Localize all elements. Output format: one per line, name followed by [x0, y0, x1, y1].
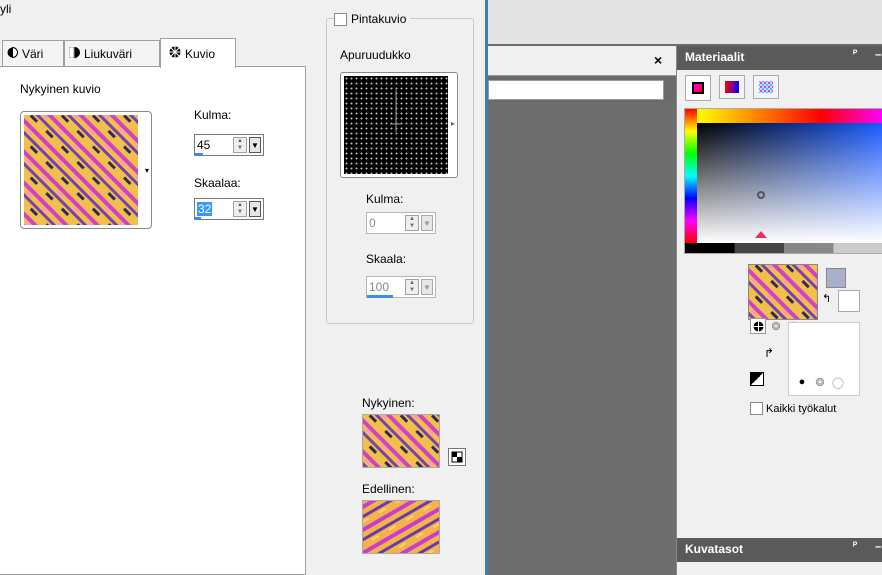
gradient-icon — [68, 46, 80, 61]
angle-stepper[interactable]: 45 ▲ ▼ ▼ — [194, 134, 264, 156]
close-icon[interactable]: × — [654, 52, 662, 68]
minimize-icon[interactable]: – — [875, 47, 882, 61]
tab-pattern-label: Kuvio — [185, 46, 216, 61]
color-dot-icon[interactable]: ● — [794, 374, 810, 390]
toolbar-area — [488, 0, 882, 44]
chevron-down-icon[interactable]: ▼ — [421, 215, 433, 231]
texture-checkbox-label: Pintakuvio — [351, 12, 407, 26]
chevron-down-icon[interactable]: ▼ — [249, 137, 261, 153]
chevron-down-icon: ▸ — [450, 119, 455, 128]
materials-title-bar[interactable]: Materiaalit ᴾ – — [677, 46, 882, 70]
dialog-title: yli — [0, 2, 12, 16]
transparent-icon[interactable]: ◯ — [830, 374, 846, 390]
current-pattern-picker[interactable]: ▾ — [20, 111, 152, 229]
layers-palette: Kuvatasot ᴾ – — [676, 530, 882, 575]
materials-title: Materiaalit — [685, 50, 745, 64]
circle-half-icon — [7, 46, 18, 61]
grid-label: Apuruudukko — [340, 48, 411, 62]
texture-angle-stepper[interactable]: 0 ▲ ▼ ▼ — [366, 212, 436, 234]
chevron-down-icon[interactable]: ▼ — [249, 201, 261, 217]
layers-title: Kuvatasot — [685, 542, 744, 556]
texture-angle-label: Kulma: — [366, 192, 404, 206]
current-pattern-label: Nykyinen kuvio — [20, 82, 101, 96]
tab-swatches[interactable] — [753, 75, 779, 99]
angle-value[interactable]: 45 — [197, 138, 210, 152]
grayscale-bar[interactable] — [685, 243, 882, 253]
spin-arrows-icon[interactable]: ▲ ▼ — [405, 215, 419, 231]
chevron-down-icon[interactable]: ▼ — [421, 279, 433, 295]
spin-arrows-icon[interactable]: ▲ ▼ — [405, 279, 419, 295]
triangle-marker-icon[interactable] — [755, 231, 767, 238]
document-field[interactable] — [488, 80, 664, 100]
scale-slider-bar[interactable] — [195, 217, 201, 220]
pattern-icon[interactable] — [750, 318, 766, 334]
minimize-icon[interactable]: – — [875, 539, 882, 553]
swap-materials-button[interactable] — [448, 448, 466, 466]
color-frame-icon — [692, 82, 704, 94]
workspace-area — [488, 102, 676, 575]
scale-stepper[interactable]: 32 ▲ ▼ ▼ — [194, 198, 264, 220]
color-picker[interactable] — [684, 108, 882, 254]
spectrum-icon — [725, 81, 739, 93]
texture-icon[interactable]: ❂ — [812, 374, 828, 390]
spin-arrows-icon[interactable]: ▲ ▼ — [233, 137, 247, 153]
texture-angle-value[interactable]: 0 — [369, 216, 376, 230]
previous-material-swatch[interactable] — [362, 500, 440, 554]
scale-label: Skaalaa: — [194, 176, 241, 190]
texture-checkbox-row[interactable]: Pintakuvio — [334, 12, 411, 26]
texture-checkbox[interactable] — [334, 12, 347, 26]
texture-scale-stepper[interactable]: 100 ▲ ▼ ▼ — [366, 276, 436, 298]
texture-icon[interactable]: ❂ — [768, 318, 784, 334]
foreground-color-chip[interactable] — [826, 268, 846, 288]
tab-pattern[interactable]: Kuvio — [160, 38, 236, 68]
tab-color[interactable]: Väri — [2, 40, 64, 66]
reset-colors-icon[interactable] — [750, 372, 764, 386]
foreground-material-swatch[interactable] — [748, 264, 818, 320]
hue-strip[interactable] — [697, 109, 882, 123]
tab-color-label: Väri — [22, 46, 44, 61]
texture-scale-label: Skaala: — [366, 252, 407, 266]
color-picker-cursor[interactable] — [757, 191, 765, 199]
grid-texture-picker[interactable]: ▸ — [340, 72, 458, 178]
pattern-icon — [169, 46, 181, 61]
hue-spectrum[interactable] — [685, 109, 697, 243]
previous-label: Edellinen: — [362, 482, 415, 496]
chevron-down-icon: ▾ — [144, 166, 149, 175]
swap-arrows-icon[interactable]: ↰ — [822, 292, 831, 305]
tab-frame-colors[interactable] — [685, 75, 711, 101]
scale-value[interactable]: 32 — [197, 202, 213, 216]
grid-swap-icon — [451, 451, 463, 463]
tab-color-spectrum[interactable] — [719, 75, 745, 99]
document-header — [488, 46, 676, 76]
texture-scale-value[interactable]: 100 — [369, 280, 389, 294]
current-label: Nykyinen: — [362, 396, 415, 410]
spin-arrows-icon[interactable]: ▲ ▼ — [233, 201, 247, 217]
angle-slider-bar[interactable] — [195, 153, 203, 156]
crosshair-icon — [390, 90, 402, 132]
tab-gradient-label: Liukuväri — [84, 46, 133, 61]
current-pattern-swatch — [24, 115, 138, 225]
angle-label: Kulma: — [194, 108, 232, 122]
grid-texture-swatch — [344, 76, 448, 174]
pin-icon[interactable]: ᴾ — [853, 49, 857, 60]
saturation-area[interactable] — [697, 123, 882, 243]
layers-title-bar[interactable]: Kuvatasot ᴾ – — [677, 538, 882, 562]
tab-gradient[interactable]: Liukuväri — [64, 40, 160, 66]
background-color-chip[interactable] — [838, 290, 860, 312]
all-tools-row[interactable]: Kaikki työkalut — [750, 402, 836, 415]
current-material-swatch — [362, 414, 440, 468]
swatches-icon — [759, 81, 773, 93]
all-tools-label: Kaikki työkalut — [766, 402, 837, 415]
texture-scale-slider-bar[interactable] — [367, 295, 393, 298]
all-tools-checkbox[interactable] — [750, 402, 763, 415]
swap-arrows-icon[interactable]: ↱ — [764, 346, 774, 360]
background-style-row: ● ❂ ◯ — [794, 374, 846, 390]
pin-icon[interactable]: ᴾ — [853, 541, 857, 552]
